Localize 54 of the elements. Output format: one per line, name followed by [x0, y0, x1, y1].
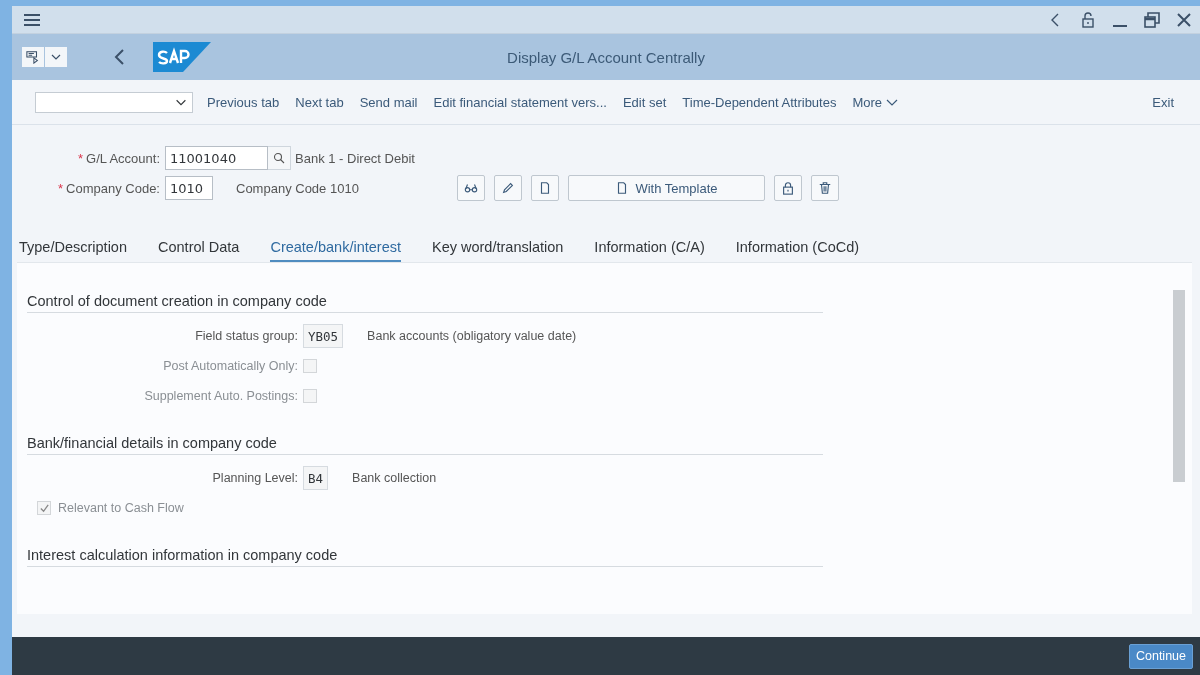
glasses-icon	[464, 181, 478, 195]
pencil-button[interactable]	[494, 175, 522, 201]
checkbox-label: Relevant to Cash Flow	[58, 501, 184, 515]
input-field[interactable]: 11001040	[165, 146, 268, 170]
section-title: Interest calculation information in company code	[27, 547, 823, 567]
template-button[interactable]: With Template	[568, 175, 765, 201]
field-label: Supplement Auto. Postings:	[143, 389, 299, 403]
exit-button[interactable]: Exit	[1144, 94, 1182, 110]
input-field[interactable]: 1010	[165, 176, 213, 200]
toolbar-button[interactable]: Time-Dependent Attributes	[674, 94, 845, 110]
field-label: G/L Account:	[86, 150, 160, 166]
tab[interactable]: Control Data	[158, 239, 240, 262]
field-description: Bank accounts (obligatory value date)	[367, 329, 577, 343]
more-menu-button[interactable]: More	[844, 94, 907, 110]
close-icon[interactable]	[1175, 10, 1193, 29]
tab[interactable]: Information (CoCd)	[735, 239, 860, 262]
lock-icon	[781, 181, 795, 195]
tab[interactable]: Type/Description	[19, 239, 127, 262]
field-description: Company Code 1010	[236, 180, 360, 196]
field-label: Company Code:	[66, 180, 160, 196]
page-icon	[538, 181, 552, 195]
required-marker: *	[58, 180, 64, 196]
field-description: Bank collection	[352, 471, 437, 485]
input-field[interactable]: B4	[303, 466, 329, 490]
page-button[interactable]	[531, 175, 559, 201]
trash-button[interactable]	[811, 175, 839, 201]
unlock-icon[interactable]	[1079, 10, 1097, 29]
tab[interactable]: Key word/translation	[432, 239, 564, 262]
tab[interactable]: Information (C/A)	[594, 239, 705, 262]
toolbar-button[interactable]: Edit set	[614, 94, 675, 110]
pencil-icon	[501, 181, 515, 195]
restore-icon[interactable]	[1143, 10, 1161, 29]
field-label: Planning Level:	[211, 471, 299, 485]
command-icon[interactable]	[22, 47, 44, 67]
search-icon[interactable]	[268, 146, 291, 170]
toolbar-button[interactable]: Next tab	[287, 94, 352, 110]
toolbar-button[interactable]: Edit financial statement vers...	[425, 94, 615, 110]
section-title: Bank/financial details in company code	[27, 435, 823, 455]
field-label: Post Automatically Only:	[162, 359, 299, 373]
page-title: Display G/L Account Centrally	[507, 48, 705, 66]
back-icon[interactable]	[113, 47, 127, 67]
input-field[interactable]: YB05	[303, 324, 344, 348]
field-description: Bank 1 - Direct Debit	[295, 150, 415, 166]
field-label: Field status group:	[194, 329, 299, 343]
lock-button[interactable]	[774, 175, 802, 201]
continue-button[interactable]: Continue	[1128, 643, 1193, 669]
required-marker: *	[78, 150, 84, 166]
toolbar-button[interactable]: Send mail	[351, 94, 426, 110]
section-title: Control of document creation in company code	[27, 293, 823, 313]
scrollbar-thumb[interactable]	[1173, 290, 1185, 482]
logo-icon	[153, 42, 211, 72]
toolbar-button[interactable]: Previous tab	[199, 94, 288, 110]
trash-icon	[818, 181, 832, 195]
glasses-button[interactable]	[457, 175, 485, 201]
